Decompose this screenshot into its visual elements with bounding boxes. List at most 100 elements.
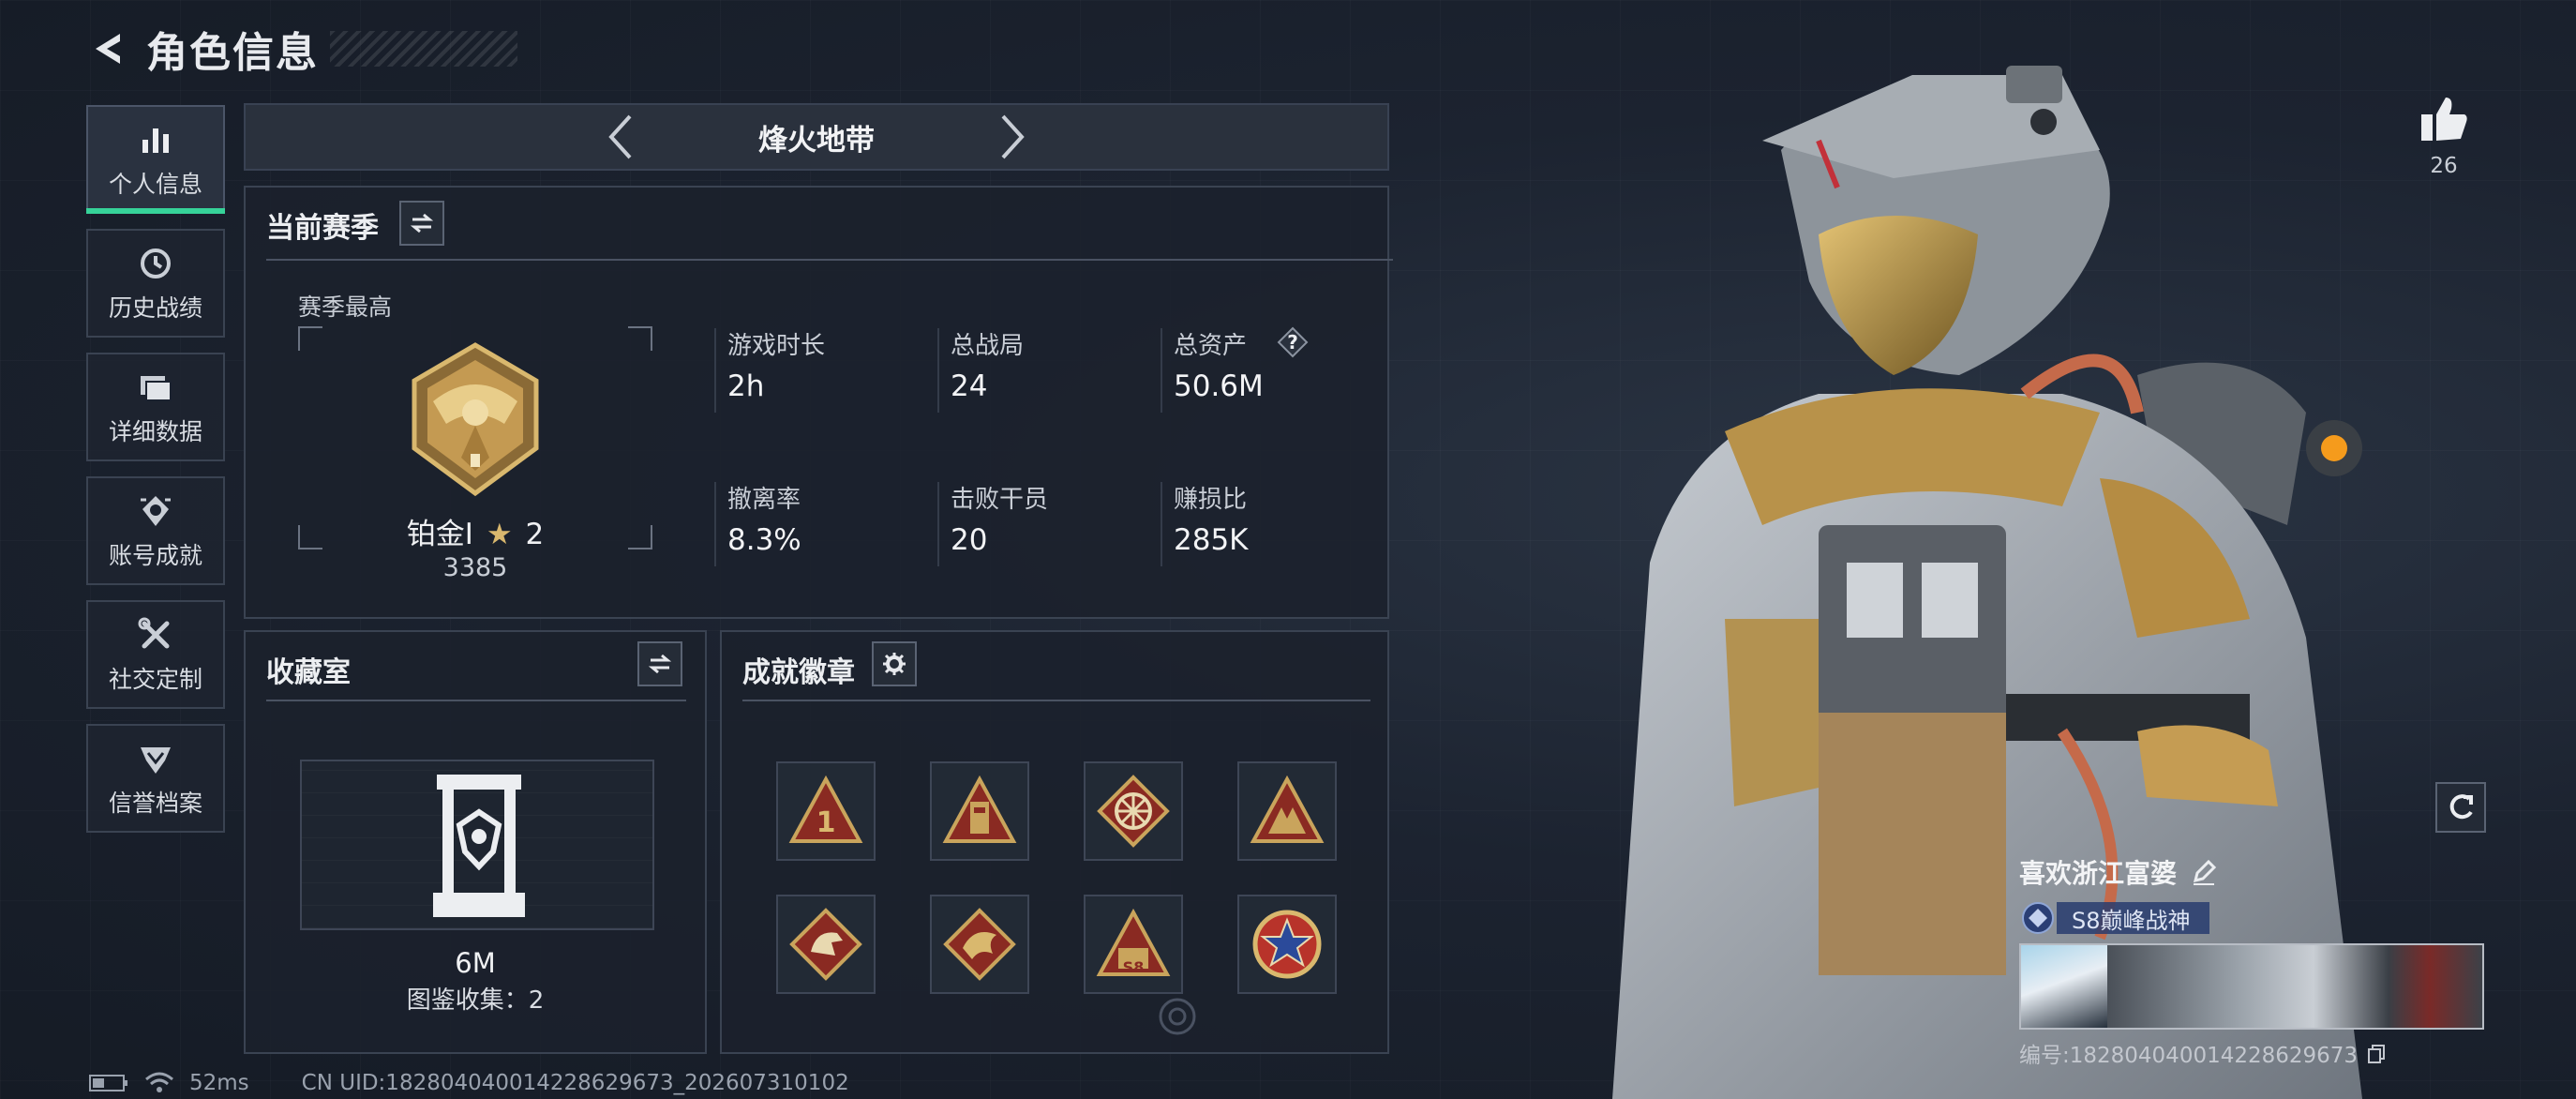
title-decoration	[330, 31, 517, 67]
beast-badge-icon	[789, 908, 862, 981]
collection-panel[interactable]: 收藏室 6M 图鉴收集：2	[244, 630, 707, 1054]
sidebar: 个人信息 历史战绩 详细数据 账号成就 社交定制 信誉档案	[86, 105, 225, 848]
sidebar-item-personal-info[interactable]: 个人信息	[86, 105, 225, 214]
wifi-icon	[145, 1072, 173, 1092]
back-arrow-icon	[96, 34, 120, 64]
swap-icon	[648, 654, 672, 674]
current-season-panel: 当前赛季 赛季最高 铂金I ★ 2 3385 游戏时长 2h 总战局 24 总资…	[244, 186, 1393, 619]
shield-icon	[135, 738, 176, 779]
refresh-icon	[2449, 794, 2473, 820]
stat-divider	[714, 482, 716, 566]
like-button[interactable]: 26	[2411, 94, 2477, 178]
stat-divider	[1161, 328, 1162, 413]
refresh-button[interactable]	[2435, 782, 2486, 833]
prev-season-button[interactable]	[592, 109, 648, 165]
stat-value-total-matches: 24	[951, 369, 988, 403]
badge-slot-1[interactable]: 1	[776, 761, 876, 861]
collection-title: 收藏室	[266, 656, 351, 689]
player-id: 编号:182804040014228629673	[2019, 1044, 2359, 1068]
season-name: 烽火地带	[758, 123, 875, 158]
copy-id-button[interactable]	[2365, 1042, 2388, 1064]
gear-icon	[883, 653, 906, 675]
scroll-indicator-icon	[1159, 998, 1196, 1035]
rank-stars: 2	[525, 518, 545, 551]
badge-slot-3[interactable]	[1084, 761, 1183, 861]
player-id-row: 编号:182804040014228629673	[2019, 1037, 2484, 1069]
uid-text: CN UID:182804040014228629673_20260731010…	[301, 1071, 849, 1095]
edit-name-button[interactable]	[2190, 858, 2218, 886]
season-switch-button[interactable]	[399, 201, 444, 246]
sidebar-item-label: 个人信息	[108, 171, 202, 198]
bar-chart-icon	[135, 119, 176, 160]
title-emblem-icon	[2022, 902, 2054, 934]
badges-settings-button[interactable]	[872, 641, 917, 686]
badges-title: 成就徽章	[742, 656, 855, 689]
frame-corner	[628, 326, 652, 351]
player-title: S8巅峰战神	[2057, 902, 2209, 934]
stat-value-play-time: 2h	[727, 369, 765, 403]
stat-label-profit-ratio: 赚损比	[1174, 486, 1248, 514]
rank-frame: 铂金I ★ 2	[298, 326, 652, 552]
stat-divider	[937, 482, 939, 566]
section-divider	[266, 700, 686, 701]
rank-emblem-icon	[412, 342, 539, 497]
folder-icon	[135, 367, 176, 408]
header: 角色信息	[84, 21, 517, 77]
player-banner[interactable]	[2019, 943, 2484, 1030]
triangle-badge-icon: 1	[788, 775, 863, 843]
badge-slot-2[interactable]	[930, 761, 1029, 861]
collection-switch-button[interactable]	[637, 641, 682, 686]
stat-divider	[714, 328, 716, 413]
help-icon[interactable]: ?	[1277, 326, 1309, 358]
sidebar-item-history[interactable]: 历史战绩	[86, 229, 225, 338]
stat-value-kills: 20	[951, 523, 988, 557]
badge-slot-6[interactable]	[930, 895, 1029, 994]
stat-divider	[1161, 482, 1162, 566]
sidebar-item-achievements[interactable]: 账号成就	[86, 476, 225, 585]
collection-count: 图鉴收集：2	[406, 986, 545, 1015]
sidebar-item-label: 账号成就	[108, 542, 202, 569]
tower-badge-icon	[942, 775, 1017, 843]
star-icon: ★	[486, 518, 513, 551]
svg-text:1: 1	[816, 806, 836, 839]
player-card: 喜欢浙江富婆 S8巅峰战神 编号:182804040014228629673	[2019, 853, 2484, 1068]
sidebar-item-label: 信誉档案	[108, 790, 202, 817]
ping-value: 52ms	[189, 1071, 249, 1095]
swap-icon	[410, 213, 434, 233]
sidebar-item-social-custom[interactable]: 社交定制	[86, 600, 225, 709]
badge-slot-7-text: S8	[1122, 958, 1145, 976]
stat-value-extract-rate: 8.3%	[727, 523, 801, 557]
like-count: 26	[2430, 154, 2458, 178]
stat-label-total-assets: 总资产	[1174, 332, 1248, 360]
help-mark: ?	[1287, 331, 1298, 354]
stat-value-total-assets: 50.6M	[1174, 369, 1264, 403]
next-season-button[interactable]	[985, 109, 1041, 165]
page-title: 角色信息	[146, 29, 319, 77]
rank-name-row: 铂金I ★ 2	[298, 510, 652, 552]
battery-icon	[89, 1075, 127, 1091]
chevron-left-icon	[608, 114, 632, 159]
badge-slot-5[interactable]	[776, 895, 876, 994]
sidebar-item-label: 详细数据	[108, 418, 202, 445]
badges-panel: 成就徽章 1 S8	[720, 630, 1389, 1054]
banner-image	[2107, 945, 2482, 1028]
sidebar-item-reputation[interactable]: 信誉档案	[86, 724, 225, 833]
display-case-icon	[433, 775, 525, 917]
sidebar-item-detailed-data[interactable]: 详细数据	[86, 353, 225, 461]
copy-icon	[2368, 1045, 2386, 1063]
wheel-badge-icon	[1097, 775, 1170, 848]
sidebar-item-label: 社交定制	[108, 666, 202, 693]
section-divider	[742, 700, 1370, 701]
clock-icon	[135, 243, 176, 284]
badge-slot-7[interactable]: S8	[1084, 895, 1183, 994]
badge-slot-8[interactable]	[1237, 895, 1337, 994]
dragon-badge-icon	[943, 908, 1016, 981]
collection-showcase	[300, 760, 654, 930]
pencil-icon	[2193, 859, 2217, 885]
star-emblem-badge-icon	[1252, 910, 1322, 979]
hands-badge-icon	[1250, 775, 1325, 843]
player-name: 喜欢浙江富婆	[2019, 858, 2178, 889]
rank-score: 3385	[442, 553, 508, 582]
badge-slot-4[interactable]	[1237, 761, 1337, 861]
back-button[interactable]	[84, 24, 133, 73]
